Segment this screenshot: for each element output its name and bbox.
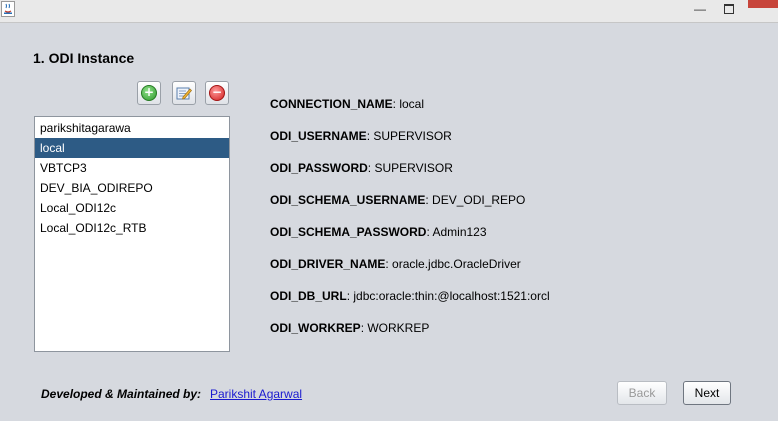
maximize-button[interactable] xyxy=(722,0,736,18)
detail-value: : Admin123 xyxy=(426,225,487,239)
detail-schema-password: ODI_SCHEMA_PASSWORD: Admin123 xyxy=(270,225,487,239)
detail-value: : DEV_ODI_REPO xyxy=(425,193,526,207)
title-bar: — xyxy=(0,0,778,23)
detail-value: : oracle.jdbc.OracleDriver xyxy=(385,257,521,271)
delete-icon: − xyxy=(209,85,225,101)
detail-key: ODI_SCHEMA_PASSWORD xyxy=(270,225,427,239)
list-item[interactable]: parikshitagarawa xyxy=(35,118,229,138)
detail-key: ODI_DRIVER_NAME xyxy=(270,257,386,271)
detail-schema-username: ODI_SCHEMA_USERNAME: DEV_ODI_REPO xyxy=(270,193,525,207)
detail-value: : WORKREP xyxy=(360,321,430,335)
detail-connection-name: CONNECTION_NAME: local xyxy=(270,97,424,111)
author-link[interactable]: Parikshit Agarwal xyxy=(210,387,302,401)
detail-key: ODI_USERNAME xyxy=(270,129,367,143)
list-item[interactable]: Local_ODI12c xyxy=(35,198,229,218)
detail-odi-username: ODI_USERNAME: SUPERVISOR xyxy=(270,129,452,143)
section-title: 1. ODI Instance xyxy=(33,50,135,66)
back-button[interactable]: Back xyxy=(617,381,667,405)
detail-value: : SUPERVISOR xyxy=(367,161,453,175)
edit-instance-button[interactable] xyxy=(172,81,196,105)
detail-value: : jdbc:oracle:thin:@localhost:1521:orcl xyxy=(346,289,550,303)
instance-list[interactable]: parikshitagarawa local VBTCP3 DEV_BIA_OD… xyxy=(34,116,230,352)
list-item[interactable]: DEV_BIA_ODIREPO xyxy=(35,178,229,198)
detail-workrep: ODI_WORKREP: WORKREP xyxy=(270,321,429,335)
detail-value: : SUPERVISOR xyxy=(366,129,452,143)
detail-db-url: ODI_DB_URL: jdbc:oracle:thin:@localhost:… xyxy=(270,289,550,303)
list-item[interactable]: Local_ODI12c_RTB xyxy=(35,218,229,238)
minimize-icon: — xyxy=(694,2,706,16)
maximize-icon xyxy=(724,4,734,14)
java-icon[interactable] xyxy=(1,1,15,17)
minimize-button[interactable]: — xyxy=(690,0,710,18)
list-item[interactable]: VBTCP3 xyxy=(35,158,229,178)
developer-label: Developed & Maintained by: xyxy=(41,387,202,401)
detail-driver-name: ODI_DRIVER_NAME: oracle.jdbc.OracleDrive… xyxy=(270,257,521,271)
detail-key: ODI_DB_URL xyxy=(270,289,347,303)
edit-icon xyxy=(176,87,192,100)
delete-instance-button[interactable]: − xyxy=(205,81,229,105)
detail-key: CONNECTION_NAME xyxy=(270,97,393,111)
close-button[interactable] xyxy=(748,0,778,8)
add-icon: + xyxy=(141,85,157,101)
detail-value: : local xyxy=(392,97,425,111)
list-item-selected[interactable]: local xyxy=(35,138,229,158)
detail-key: ODI_PASSWORD xyxy=(270,161,368,175)
detail-odi-password: ODI_PASSWORD: SUPERVISOR xyxy=(270,161,453,175)
detail-key: ODI_SCHEMA_USERNAME xyxy=(270,193,426,207)
next-button[interactable]: Next xyxy=(683,381,731,405)
detail-key: ODI_WORKREP xyxy=(270,321,361,335)
add-instance-button[interactable]: + xyxy=(137,81,161,105)
